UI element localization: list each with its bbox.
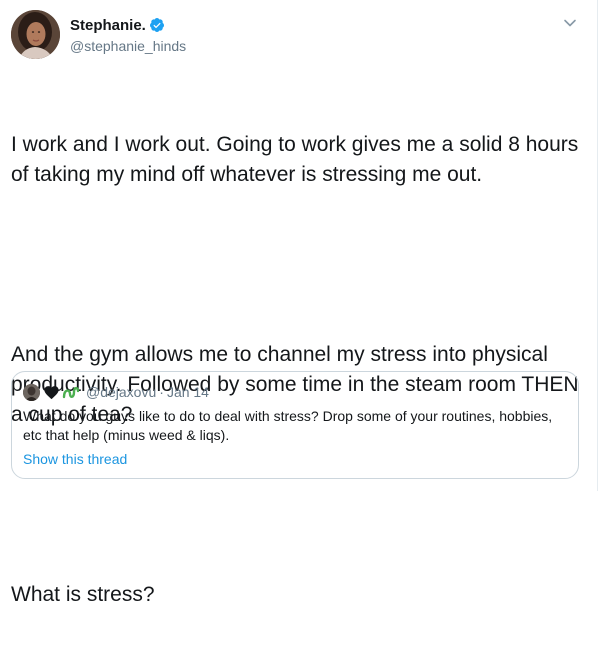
tweet-card: Stephanie. @stephanie_hinds I work and I… <box>0 0 598 606</box>
quoted-author-handle: @dejaxovu <box>86 384 157 400</box>
black-heart-icon <box>43 384 60 401</box>
tweet-paragraph: What is stress? <box>11 583 155 606</box>
tweet-spacer <box>11 250 581 280</box>
green-squiggle-icon <box>62 384 80 401</box>
avatar-image <box>11 10 60 59</box>
author-avatar[interactable] <box>11 10 60 59</box>
quoted-tweet-date: Jan 14 <box>166 384 209 400</box>
name-row: Stephanie. <box>70 15 186 35</box>
show-thread-link[interactable]: Show this thread <box>23 451 127 467</box>
chevron-down-icon[interactable] <box>563 16 577 30</box>
tweet-spacer <box>11 490 581 520</box>
tweet-paragraph: I work and I work out. Going to work giv… <box>11 133 585 186</box>
quoted-tweet-header: @dejaxovu · Jan 14 <box>23 382 567 402</box>
quoted-author-avatar <box>23 383 40 401</box>
author-handle[interactable]: @stephanie_hinds <box>70 38 186 54</box>
dot-separator: · <box>159 384 164 400</box>
tweet-body: I work and I work out. Going to work giv… <box>11 70 581 670</box>
quoted-tweet[interactable]: @dejaxovu · Jan 14 What do you guys like… <box>11 371 579 479</box>
author-display-name[interactable]: Stephanie. <box>70 17 146 34</box>
quoted-tweet-text: What do you guys like to do to deal with… <box>23 408 553 443</box>
author-info: Stephanie. @stephanie_hinds <box>70 15 186 55</box>
verified-badge-icon <box>149 17 165 33</box>
